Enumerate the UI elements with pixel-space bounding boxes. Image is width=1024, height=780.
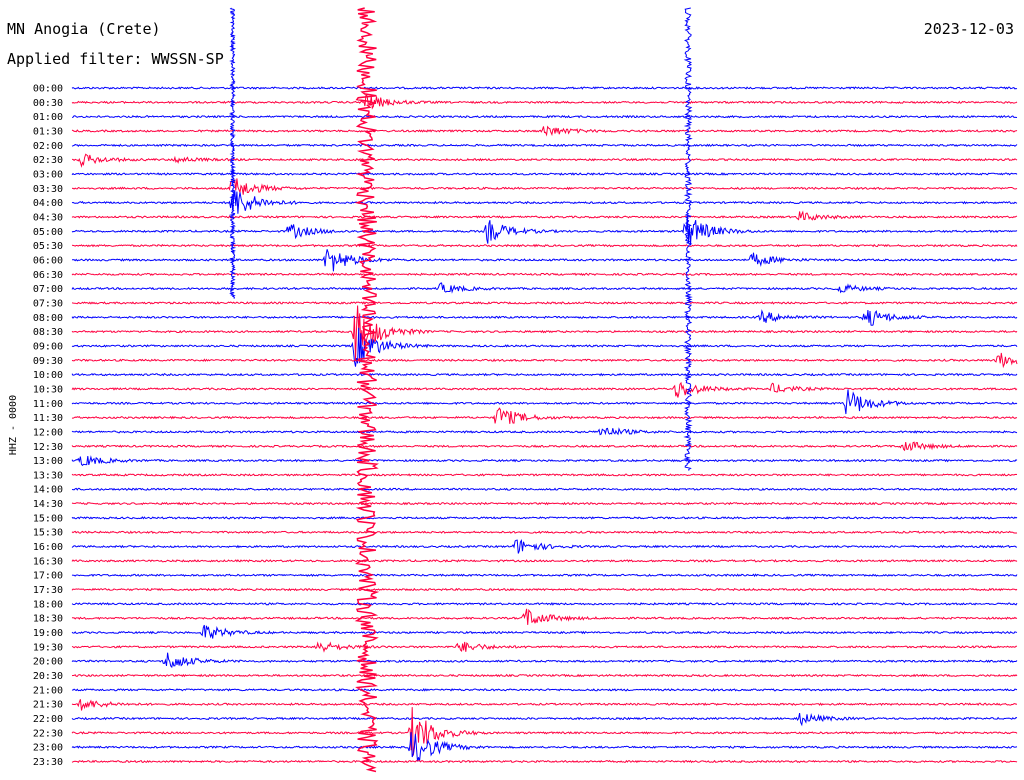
trace-line: [71, 707, 1018, 756]
trace-line: [71, 608, 1018, 625]
row-time-label: 09:00: [33, 341, 63, 352]
trace-line: [71, 86, 1018, 90]
row-time-label: 02:30: [33, 155, 63, 166]
trace-line: [71, 759, 1018, 764]
trace-line: [71, 712, 1018, 727]
row-time-label: 22:00: [33, 714, 63, 725]
row-time-label: 11:30: [33, 413, 63, 424]
row-time-label: 07:00: [33, 284, 63, 295]
trace-line: [71, 652, 1018, 669]
row-time-label: 07:30: [33, 298, 63, 309]
row-time-label: 03:30: [33, 184, 63, 195]
row-time-label: 08:30: [33, 327, 63, 338]
row-time-label: 03:00: [33, 169, 63, 180]
row-time-label: 00:30: [33, 98, 63, 109]
row-time-label: 14:00: [33, 485, 63, 496]
trace-line: [71, 441, 1018, 452]
trace-line: [71, 272, 1018, 277]
trace-line: [71, 190, 1018, 214]
row-time-label: 02:00: [33, 141, 63, 152]
trace-line: [71, 389, 1018, 415]
trace-group: [71, 7, 1018, 773]
row-time-label: 05:30: [33, 241, 63, 252]
row-time-label: 23:00: [33, 743, 63, 754]
row-time-label: 20:00: [33, 657, 63, 668]
row-time-label: 21:00: [33, 685, 63, 696]
trace-line: [71, 352, 1018, 369]
row-time-label: 10:00: [33, 370, 63, 381]
y-axis-label: HHZ - 0000: [8, 395, 19, 455]
trace-line: [71, 178, 1018, 195]
trace-line: [71, 624, 1018, 639]
trace-line: [71, 699, 1018, 711]
time-tick-group: 00:00 00:30 01:00 01:30 02:00 02:30 03:00 03:30…: [33, 84, 63, 769]
row-time-label: 01:30: [33, 126, 63, 137]
row-time-label: 17:00: [33, 571, 63, 582]
row-time-label: 13:30: [33, 470, 63, 481]
trace-line: [71, 427, 1018, 436]
trace-line: [71, 143, 1018, 148]
row-time-label: 06:00: [33, 255, 63, 266]
trace-line: [71, 455, 1018, 467]
helicorder-plot: 00:00 00:30 01:00 01:30 02:00 02:30 03:00 03:30…: [8, 7, 1018, 773]
trace-line: [71, 673, 1018, 678]
trace-line: [71, 473, 1018, 477]
trace-line: [71, 309, 1018, 326]
row-time-label: 19:00: [33, 628, 63, 639]
row-time-label: 13:00: [33, 456, 63, 467]
row-time-label: 12:30: [33, 442, 63, 453]
trace-line: [71, 125, 1018, 137]
row-time-label: 09:30: [33, 356, 63, 367]
trace-line: [71, 372, 1018, 377]
row-time-label: 18:30: [33, 614, 63, 625]
trace-line: [71, 215, 1018, 246]
trace-line: [71, 249, 1018, 272]
row-time-label: 23:30: [33, 757, 63, 768]
trace-line: [71, 93, 1018, 110]
row-time-label: 20:30: [33, 671, 63, 682]
trace-line: [71, 282, 1018, 294]
trace-line: [71, 243, 1018, 248]
trace-line: [71, 114, 1018, 119]
row-time-label: 21:30: [33, 700, 63, 711]
row-time-label: 08:00: [33, 313, 63, 324]
row-time-label: 12:00: [33, 427, 63, 438]
trace-line: [71, 559, 1018, 563]
row-time-label: 01:00: [33, 112, 63, 123]
trace-line: [71, 530, 1018, 534]
trace-line: [71, 688, 1018, 692]
trace-line: [71, 407, 1018, 424]
row-time-label: 19:30: [33, 642, 63, 653]
row-time-label: 18:00: [33, 599, 63, 610]
row-time-label: 05:00: [33, 227, 63, 238]
row-time-label: 16:00: [33, 542, 63, 553]
trace-line: [71, 602, 1018, 606]
row-time-label: 17:30: [33, 585, 63, 596]
trace-line: [71, 301, 1018, 305]
trace-line: [71, 573, 1018, 578]
row-time-label: 04:00: [33, 198, 63, 209]
row-time-label: 00:00: [33, 84, 63, 95]
trace-line: [72, 153, 1018, 168]
trace-line: [71, 538, 1018, 554]
row-time-label: 22:30: [33, 728, 63, 739]
trace-line: [71, 501, 1018, 506]
trace-line: [71, 641, 1017, 653]
row-time-label: 14:30: [33, 499, 63, 510]
row-time-label: 16:30: [33, 556, 63, 567]
trace-line: [71, 732, 1018, 762]
trace-line: [71, 210, 1018, 221]
trace-line: [71, 172, 1018, 176]
trace-line: [71, 487, 1018, 491]
trace-line: [71, 381, 1018, 398]
row-time-label: 10:30: [33, 384, 63, 395]
row-time-label: 15:00: [33, 513, 63, 524]
row-time-label: 11:00: [33, 399, 63, 410]
row-time-label: 06:30: [33, 270, 63, 281]
row-time-label: 04:30: [33, 212, 63, 223]
trace-line: [71, 516, 1018, 520]
row-time-label: 15:30: [33, 528, 63, 539]
seismic-spike: [228, 7, 237, 299]
trace-line: [71, 587, 1018, 592]
